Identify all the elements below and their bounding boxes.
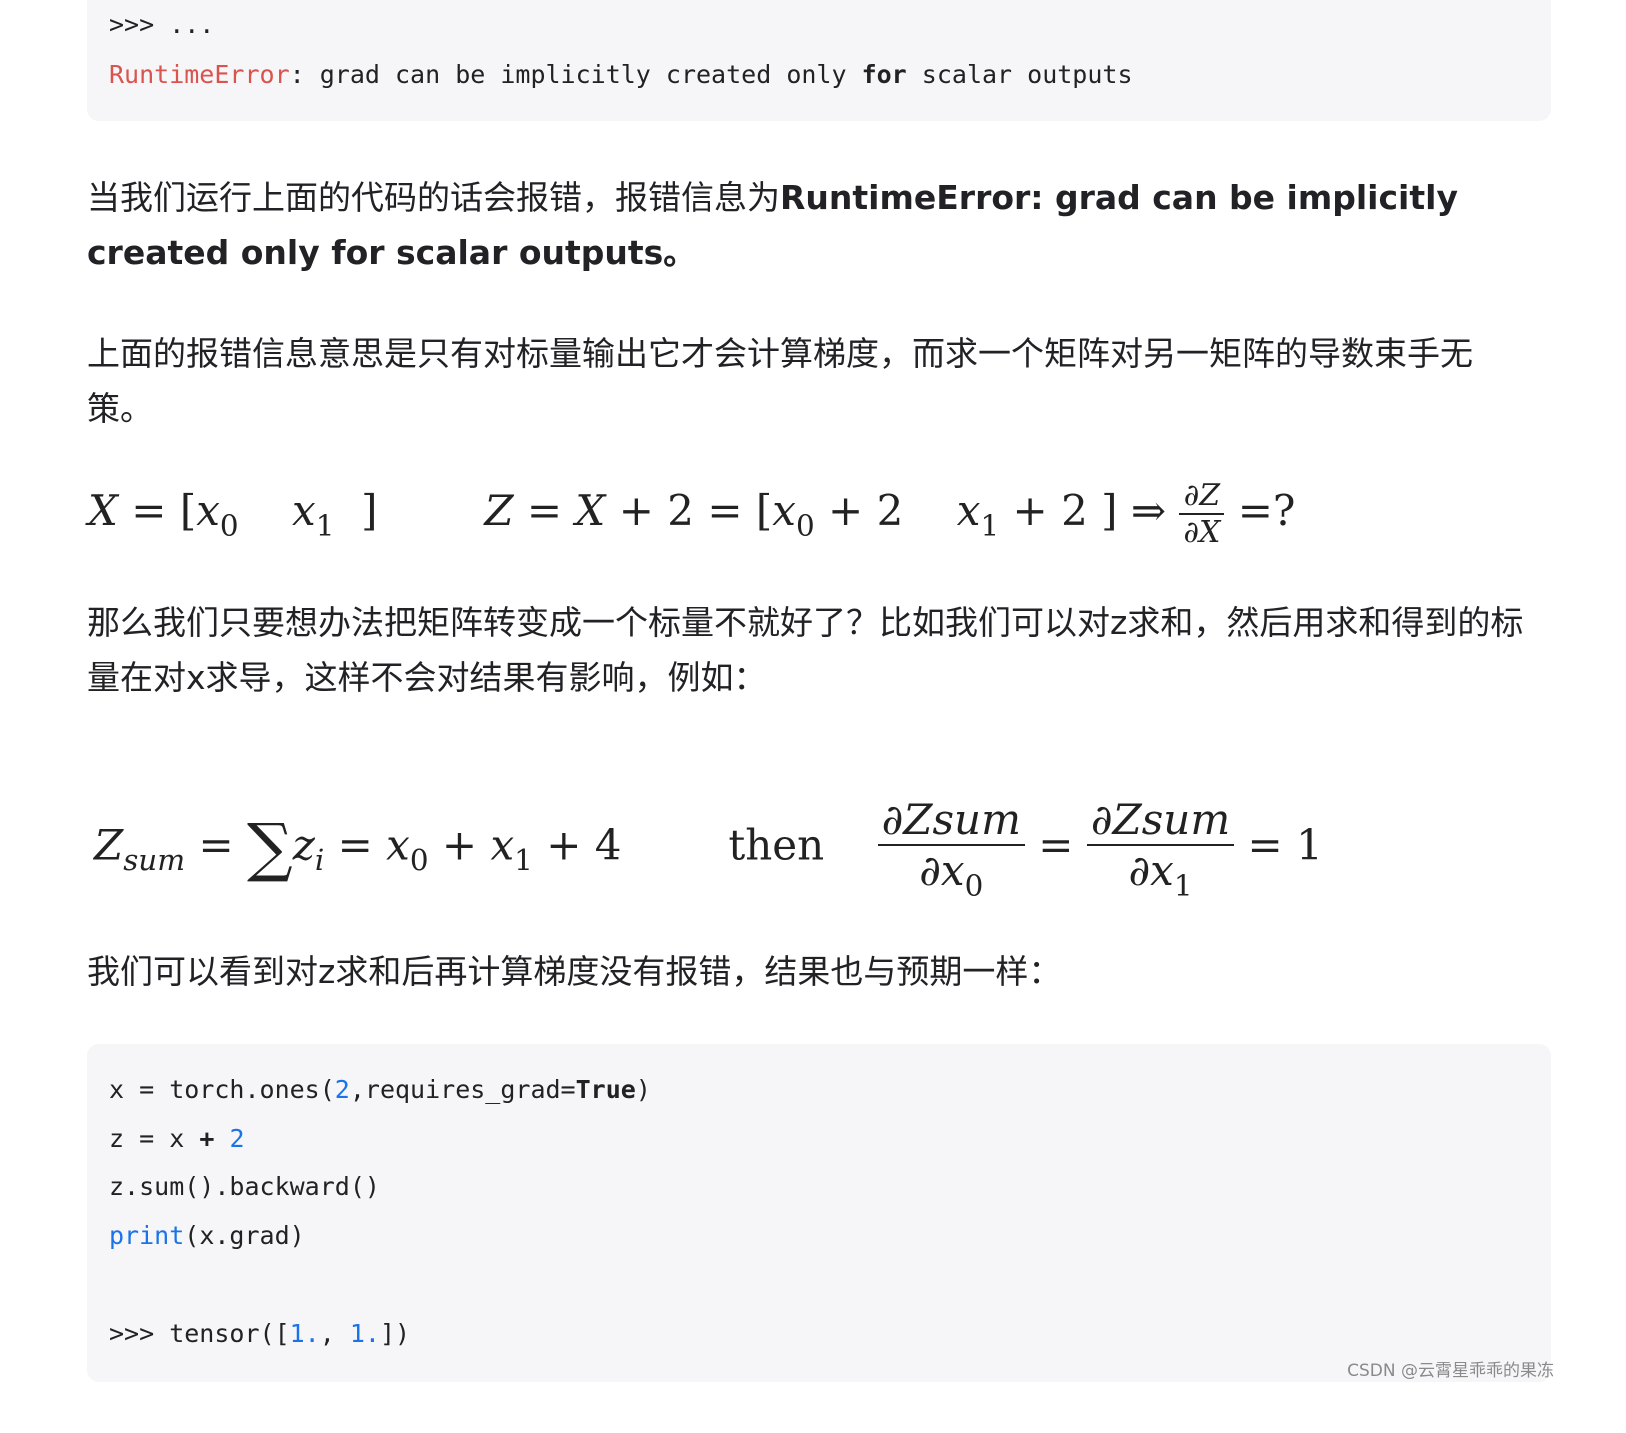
watermark: CSDN @云霄星乖乖的果冻 (1347, 1361, 1554, 1381)
code-line-2: z = x + 2 (109, 1124, 245, 1154)
code-line-output: >>> tensor([1., 1.]) (109, 1319, 410, 1349)
code-text: >>> tensor([ (109, 1319, 290, 1348)
code-text: (x.grad) (184, 1221, 305, 1250)
code-line-prompt: >>> ... (109, 10, 215, 39)
math-sub0: 0 (219, 508, 239, 543)
math-plus: + (1012, 486, 1048, 535)
math-rbracket: ] (361, 486, 378, 535)
math-sub1: 1 (315, 508, 335, 543)
equation-sum-gradient: Zsum = ∑zi = x0 + x1 + 4 then ∂Zsum ∂x0 … (94, 795, 1323, 902)
math-lbracket: [ (179, 486, 197, 535)
math-plus: + (546, 820, 582, 870)
math-two: 2 (876, 486, 904, 535)
code-text: ]) (379, 1319, 411, 1348)
code-text: x = torch.ones( (109, 1075, 335, 1104)
fraction-numerator: ∂Z (1179, 478, 1225, 515)
math-x0: x (386, 820, 410, 870)
math-sub1: 1 (514, 842, 533, 877)
math-sub1: 1 (980, 508, 1000, 543)
math-lbracket: [ (755, 486, 773, 535)
code-number: 2 (229, 1124, 245, 1153)
keyword-for: for (861, 60, 907, 89)
math-sigma: ∑ (247, 811, 293, 886)
fraction-numerator: ∂Zsum (877, 795, 1025, 846)
math-x0: x (196, 486, 220, 535)
math-plus: + (441, 820, 478, 870)
paragraph-sum-idea: 那么我们只要想办法把矩阵转变成一个标量不就好了？比如我们可以对z求和，然后用求和… (87, 603, 1524, 697)
fraction-denominator: ∂x (1128, 846, 1174, 895)
math-sub-i: i (314, 842, 325, 877)
error-output-code-block: >>> ... RuntimeError: grad can be implic… (87, 0, 1551, 121)
error-type: RuntimeError (109, 60, 290, 89)
math-eq: = (131, 486, 167, 535)
paragraph-result: 我们可以看到对z求和后再计算梯度没有报错，结果也与预期一样： (87, 952, 1062, 991)
code-number: 1. (289, 1319, 320, 1348)
math-two: 2 (1061, 486, 1088, 535)
code-builtin-print: print (109, 1221, 185, 1250)
math-Z: Z (94, 820, 124, 870)
math-sub0: 0 (964, 868, 984, 903)
code-number: 1. (349, 1319, 380, 1348)
math-x1: x (292, 486, 316, 535)
code-line-error: RuntimeError: grad can be implicitly cre… (109, 60, 1133, 90)
math-rbracket: ] (1101, 486, 1118, 535)
math-eq: = (337, 820, 373, 870)
math-x0: x (772, 486, 796, 535)
code-line-3: z.sum().backward() (109, 1172, 380, 1201)
paragraph-text: 当我们运行上面的代码的话会报错，报错信息为 (87, 178, 780, 217)
code-line-4: print(x.grad) (109, 1221, 305, 1251)
math-implies: ⇒ (1130, 486, 1167, 535)
math-plus: + (828, 486, 864, 535)
fraction-numerator: ∂Zsum (1086, 795, 1235, 846)
math-sub0: 0 (409, 842, 429, 877)
equation-matrix-derivative: X = [x0 x1 ] Z = X + 2 = [x0 + 2 x1 + 2 … (88, 478, 1295, 550)
math-sub0: 0 (795, 508, 815, 543)
code-text: ,requires_grad= (349, 1075, 576, 1104)
code-text: z = x (109, 1124, 200, 1153)
math-eq: = (526, 486, 563, 535)
paragraph-meaning: 上面的报错信息意思是只有对标量输出它才会计算梯度，而求一个矩阵对另一矩阵的导数束… (87, 334, 1473, 428)
code-keyword-true: True (575, 1075, 636, 1104)
code-text: , (319, 1319, 350, 1348)
math-X: X (88, 486, 118, 535)
math-four: 4 (594, 820, 622, 870)
math-sub1: 1 (1173, 868, 1193, 903)
math-eq: = (707, 486, 743, 535)
math-fraction-dZsum-dx0: ∂Zsum ∂x0 (877, 795, 1025, 903)
math-Z: Z (484, 486, 514, 535)
example-code-block: x = torch.ones(2,requires_grad=True) z =… (87, 1044, 1551, 1382)
code-operator: + (199, 1124, 215, 1153)
math-z: z (292, 820, 315, 870)
math-plus: + (618, 486, 654, 535)
math-x1: x (956, 486, 981, 535)
error-message-tail: scalar outputs (906, 60, 1133, 89)
code-number: 2 (334, 1075, 350, 1104)
math-two: 2 (667, 486, 694, 535)
error-message: : grad can be implicitly created only (289, 60, 862, 89)
math-fraction-dZsum-dx1: ∂Zsum ∂x1 (1086, 795, 1235, 903)
math-fraction-dZ-dX: ∂Z ∂X (1179, 478, 1225, 550)
math-result: =? (1237, 486, 1296, 535)
math-result: = 1 (1247, 820, 1323, 870)
fraction-denominator: ∂X (1183, 515, 1221, 550)
math-x1: x (490, 820, 515, 870)
code-text: ) (635, 1075, 651, 1104)
paragraph-error-explanation: 当我们运行上面的代码的话会报错，报错信息为RuntimeError: grad … (87, 170, 1537, 280)
code-line-1: x = torch.ones(2,requires_grad=True) (109, 1075, 651, 1105)
math-sub-sum: sum (123, 842, 186, 877)
math-eq: = (1038, 820, 1074, 870)
math-then: then (728, 820, 825, 870)
math-X: X (575, 486, 606, 535)
fraction-denominator: ∂x (919, 846, 965, 895)
math-eq: = (198, 820, 234, 870)
